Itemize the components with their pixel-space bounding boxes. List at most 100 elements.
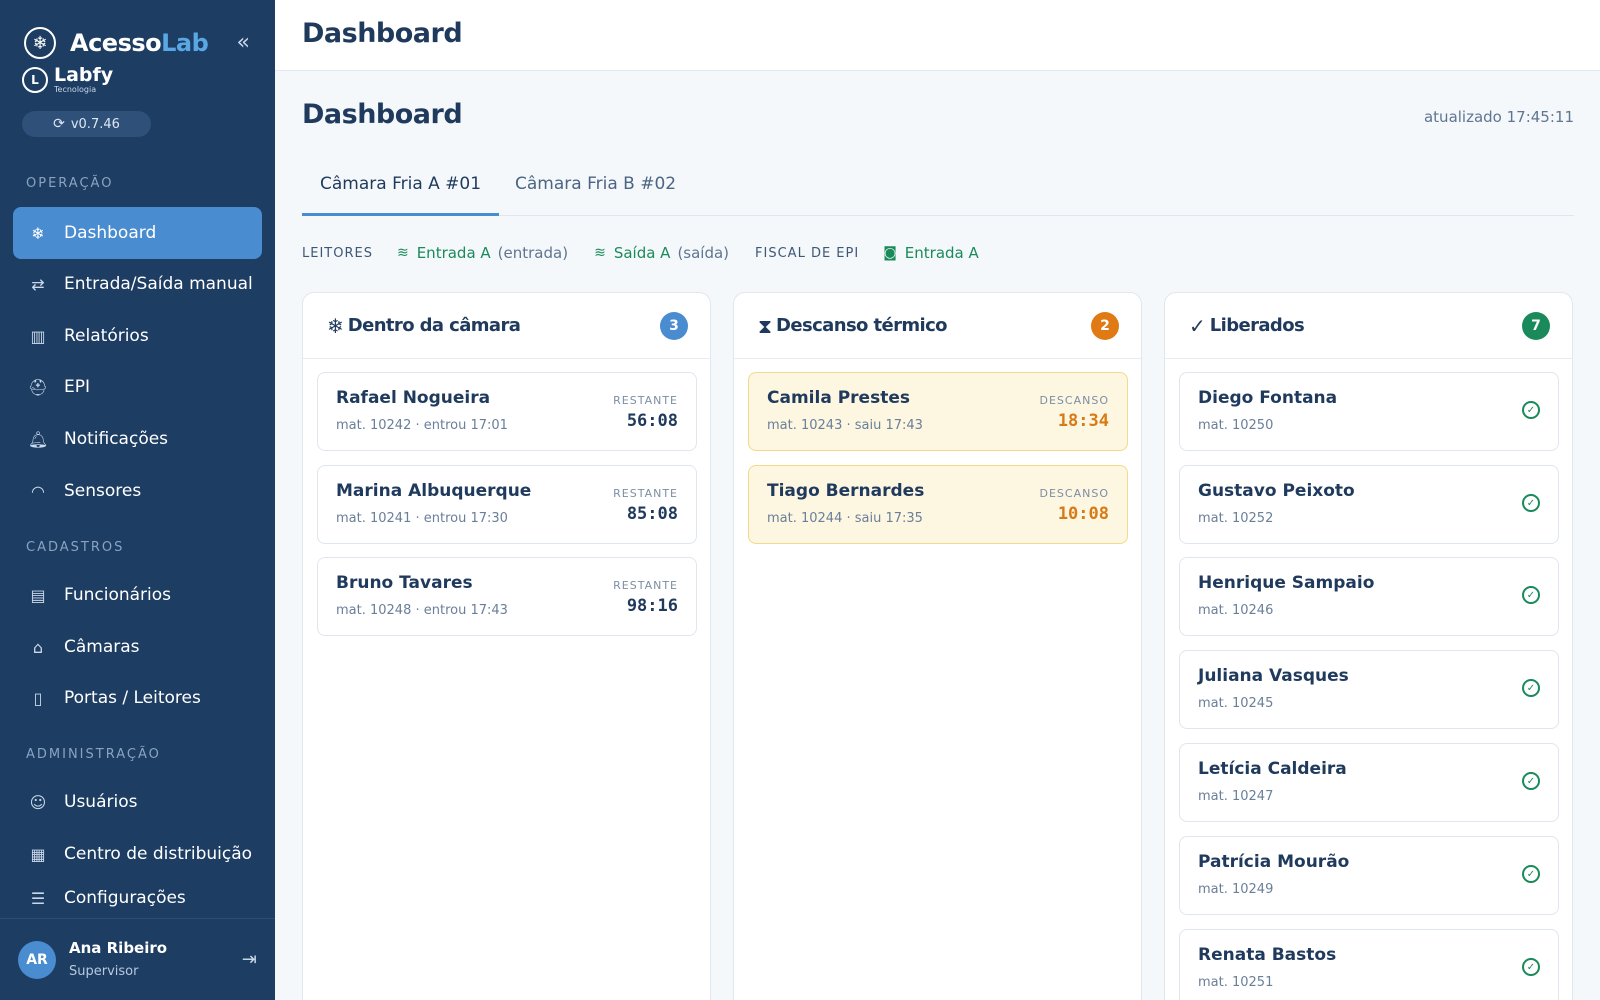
- wifi-icon: ≋: [594, 245, 606, 261]
- sidebar-item-centro-distribuicao[interactable]: ▦ Centro de distribuição: [13, 828, 262, 880]
- bar-chart-icon: ▥: [30, 326, 46, 346]
- topbar-title: Dashboard: [302, 18, 463, 49]
- check-circle-icon: ✓: [1522, 772, 1540, 790]
- readers-label: LEITORES: [302, 245, 373, 261]
- remaining-time: 98:16: [626, 596, 678, 616]
- fiscal-epi-label: FISCAL DE EPI: [755, 245, 860, 261]
- reader-name: Entrada A: [416, 244, 491, 262]
- sidebar-item-sensores[interactable]: ◠ Sensores: [13, 465, 262, 517]
- employee-card[interactable]: Diego Fontana mat. 10250 ✓: [1179, 372, 1559, 451]
- employee-card[interactable]: Renata Bastos mat. 10251 ✓: [1179, 929, 1559, 1000]
- remaining-time: 85:08: [626, 504, 678, 524]
- sidebar-item-label: Portas / Leitores: [64, 688, 201, 708]
- readers-bar: LEITORES ≋ Entrada A (entrada) ≋ Saída A…: [302, 240, 1005, 266]
- count-badge: 2: [1091, 312, 1119, 340]
- employee-name: Diego Fontana: [1198, 388, 1338, 408]
- reader-entrada[interactable]: ≋ Entrada A (entrada): [397, 244, 568, 262]
- time-label: RESTANTE: [613, 579, 678, 592]
- employee-card[interactable]: Rafael Nogueira mat. 10242 · entrou 17:0…: [317, 372, 697, 451]
- fiscal-epi-reader[interactable]: ◙ Entrada A: [883, 244, 979, 262]
- check-circle-icon: ✓: [1522, 494, 1540, 512]
- employee-meta: mat. 10250: [1198, 418, 1274, 433]
- column-dentro-camara: ❄ Dentro da câmara 3 Rafael Nogueira mat…: [302, 292, 711, 1000]
- sidebar-item-portas-leitores[interactable]: ▯ Portas / Leitores: [13, 672, 262, 724]
- reader-saida[interactable]: ≋ Saída A (saída): [594, 244, 729, 262]
- employee-card[interactable]: Bruno Tavares mat. 10248 · entrou 17:43 …: [317, 557, 697, 636]
- snowflake-logo-icon: ❄: [24, 27, 56, 59]
- remaining-time: 56:08: [626, 411, 678, 431]
- sidebar-item-label: Funcionários: [64, 585, 172, 605]
- sidebar-item-notificacoes[interactable]: 🔔︎ Notificações: [13, 413, 262, 465]
- sidebar-item-dashboard[interactable]: ❄ Dashboard: [13, 207, 262, 259]
- wifi-icon: ≋: [396, 245, 409, 261]
- employee-card[interactable]: Patrícia Mourão mat. 10249 ✓: [1179, 836, 1559, 915]
- employee-card[interactable]: Camila Prestes mat. 10243 · saiu 17:43 D…: [748, 372, 1128, 451]
- swap-arrows-icon: ⇄: [31, 274, 45, 294]
- version-label: v0.7.46: [70, 116, 120, 132]
- check-circle-icon: ✓: [1522, 401, 1540, 419]
- company-logo-icon: L: [22, 67, 48, 93]
- sidebar-item-configuracoes[interactable]: ☰ Configurações: [13, 880, 262, 916]
- page-title: Dashboard: [302, 99, 463, 130]
- sidebar-item-funcionarios[interactable]: ▤ Funcionários: [13, 569, 262, 621]
- column-title: Dentro da câmara: [347, 315, 521, 336]
- employee-card[interactable]: Gustavo Peixoto mat. 10252 ✓: [1179, 465, 1559, 544]
- wifi-icon: ◠: [31, 481, 45, 501]
- employee-name: Patrícia Mourão: [1198, 852, 1350, 872]
- sidebar-item-epi[interactable]: ⛑ EPI: [13, 361, 262, 413]
- employee-card[interactable]: Henrique Sampaio mat. 10246 ✓: [1179, 557, 1559, 636]
- time-label: RESTANTE: [613, 394, 678, 407]
- employee-card[interactable]: Letícia Caldeira mat. 10247 ✓: [1179, 743, 1559, 822]
- sidebar-item-label: Dashboard: [64, 223, 157, 243]
- hourglass-icon: ⧗: [758, 313, 773, 338]
- topbar: Dashboard: [275, 0, 1600, 71]
- company-logo: L Labfy Tecnologia: [22, 66, 113, 94]
- employee-name: Gustavo Peixoto: [1198, 481, 1355, 501]
- nav-section-operacao: OPERAÇÃO: [26, 176, 114, 191]
- rest-time: 10:08: [1057, 504, 1109, 524]
- check-circle-icon: ✓: [1189, 313, 1206, 338]
- company-name: Labfy: [54, 64, 114, 86]
- brand-name: AcessoLab: [70, 29, 209, 57]
- employee-meta: mat. 10246: [1198, 603, 1274, 618]
- reader-direction: (entrada): [497, 244, 569, 262]
- column-title: Liberados: [1209, 315, 1305, 336]
- employee-name: Camila Prestes: [767, 388, 910, 408]
- column-liberados: ✓ Liberados 7 Diego Fontana mat. 10250 ✓…: [1164, 292, 1573, 1000]
- logout-icon[interactable]: ⇥: [242, 949, 257, 970]
- door-icon: ▯: [33, 688, 43, 708]
- check-circle-icon: ✓: [1522, 586, 1540, 604]
- brand-name-main: Acesso: [70, 29, 162, 57]
- employee-name: Henrique Sampaio: [1198, 573, 1375, 593]
- employee-meta: mat. 10247: [1198, 789, 1274, 804]
- check-circle-icon: ✓: [1522, 679, 1540, 697]
- count-badge: 3: [660, 312, 688, 340]
- avatar[interactable]: AR: [18, 941, 56, 979]
- collapse-sidebar-icon[interactable]: «: [237, 30, 250, 55]
- sidebar-item-entrada-saida[interactable]: ⇄ Entrada/Saída manual: [13, 258, 262, 310]
- helmet-icon: ⛑: [27, 377, 49, 397]
- column-title: Descanso térmico: [776, 315, 948, 336]
- column-descanso-termico: ⧗ Descanso térmico 2 Camila Prestes mat.…: [733, 292, 1142, 1000]
- sidebar-item-camaras[interactable]: ⌂ Câmaras: [13, 621, 262, 673]
- tab-camara-fria-a[interactable]: Câmara Fria A #01: [302, 174, 500, 216]
- employee-meta: mat. 10245: [1198, 696, 1274, 711]
- sidebar-item-label: Câmaras: [64, 637, 140, 657]
- snowflake-icon: ❄: [327, 313, 344, 338]
- count-badge: 7: [1522, 312, 1550, 340]
- rest-time: 18:34: [1057, 411, 1109, 431]
- check-circle-icon: ✓: [1522, 958, 1540, 976]
- sidebar-item-relatorios[interactable]: ▥ Relatórios: [13, 310, 262, 362]
- version-badge[interactable]: ⟳ v0.7.46: [22, 111, 151, 137]
- sidebar-item-label: Sensores: [64, 481, 142, 501]
- employee-card[interactable]: Marina Albuquerque mat. 10241 · entrou 1…: [317, 465, 697, 544]
- sidebar-item-label: Relatórios: [64, 326, 149, 346]
- employee-card[interactable]: Juliana Vasques mat. 10245 ✓: [1179, 650, 1559, 729]
- brand: ❄ AcessoLab «: [24, 26, 250, 60]
- nav-section-cadastros: CADASTROS: [26, 540, 125, 555]
- sidebar: ❄ AcessoLab « L Labfy Tecnologia ⟳ v0.7.…: [0, 0, 275, 1000]
- employee-card[interactable]: Tiago Bernardes mat. 10244 · saiu 17:35 …: [748, 465, 1128, 544]
- sidebar-item-usuarios[interactable]: ☺ Usuários: [13, 776, 262, 828]
- brand-name-accent: Lab: [161, 29, 209, 57]
- tab-camara-fria-b[interactable]: Câmara Fria B #02: [497, 174, 694, 216]
